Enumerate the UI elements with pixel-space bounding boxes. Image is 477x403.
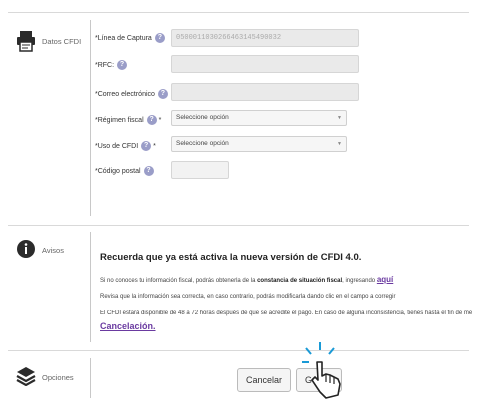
hand-pointer-icon: [298, 340, 350, 402]
required-mark: *: [153, 142, 156, 150]
help-icon[interactable]: ?: [117, 60, 128, 70]
avisos-paragraph-2: Revisa que la información sea correcta, …: [100, 294, 396, 300]
rfc-input[interactable]: [171, 55, 359, 73]
help-icon[interactable]: ?: [157, 89, 168, 99]
info-icon: [16, 239, 36, 261]
rfc-row: *RFC:?: [95, 55, 128, 75]
section-divider: [90, 358, 91, 398]
help-icon[interactable]: ?: [143, 166, 154, 176]
layers-icon: [16, 366, 36, 388]
printer-invoice-icon: [16, 30, 36, 52]
section-avisos: Avisos: [16, 239, 64, 261]
paragraph-text: Si no conoces tu información fiscal, pod…: [100, 278, 258, 284]
chevron-down-icon: ▼: [337, 141, 342, 147]
regimen-label: *Régimen fiscal: [95, 116, 144, 124]
section-datos-cfdi: Datos CFDI: [16, 30, 81, 52]
correo-input[interactable]: [171, 83, 359, 101]
section-label: Datos CFDI: [42, 36, 82, 46]
section-divider: [90, 20, 91, 216]
uso-select-value: Seleccione opción: [176, 140, 229, 147]
regimen-select[interactable]: Seleccione opción ▼: [171, 110, 347, 126]
required-mark: *: [158, 116, 162, 124]
chevron-down-icon: ▼: [337, 115, 342, 121]
cancel-button[interactable]: Cancelar: [237, 368, 291, 392]
avisos-paragraph-1: Si no conoces tu información fiscal, pod…: [100, 275, 393, 284]
section-divider: [90, 232, 91, 342]
paragraph-text: , ingresando: [342, 278, 377, 284]
linea-captura-label: *Línea de Captura: [95, 34, 152, 42]
cp-label: *Código postal: [95, 167, 141, 175]
regimen-select-value: Seleccione opción: [176, 114, 229, 121]
regimen-row: *Régimen fiscal? *: [95, 110, 161, 130]
codigo-postal-input[interactable]: [171, 161, 229, 179]
cancelacion-link[interactable]: Cancelación.: [100, 321, 156, 331]
uso-select[interactable]: Seleccione opción ▼: [171, 136, 347, 152]
help-icon[interactable]: ?: [146, 115, 157, 125]
uso-label: *Uso de CFDI: [95, 142, 139, 150]
uso-row: *Uso de CFDI? *: [95, 136, 156, 156]
avisos-title: Recuerda que ya está activa la nueva ver…: [100, 252, 362, 263]
help-icon[interactable]: ?: [141, 141, 152, 151]
constancia-text: constancia de situación fiscal: [257, 278, 343, 284]
correo-label: *Correo electrónico: [95, 90, 155, 98]
top-divider: [8, 12, 469, 13]
section-label: Opciones: [42, 372, 74, 382]
section-separator: [8, 350, 469, 351]
cp-row: *Código postal?: [95, 161, 154, 181]
section-separator: [8, 225, 469, 226]
correo-row: *Correo electrónico?: [95, 84, 168, 104]
rfc-label: *RFC:: [95, 61, 115, 69]
aqui-link[interactable]: aquí: [377, 275, 393, 284]
section-opciones: Opciones: [16, 366, 74, 388]
help-icon[interactable]: ?: [154, 33, 165, 43]
linea-captura-field: 0500011030266463145490032: [171, 29, 359, 47]
linea-captura-row: *Línea de Captura?: [95, 28, 165, 48]
avisos-paragraph-3: El CFDI estará disponible de 48 a 72 hor…: [100, 310, 472, 316]
section-label: Avisos: [42, 245, 64, 255]
